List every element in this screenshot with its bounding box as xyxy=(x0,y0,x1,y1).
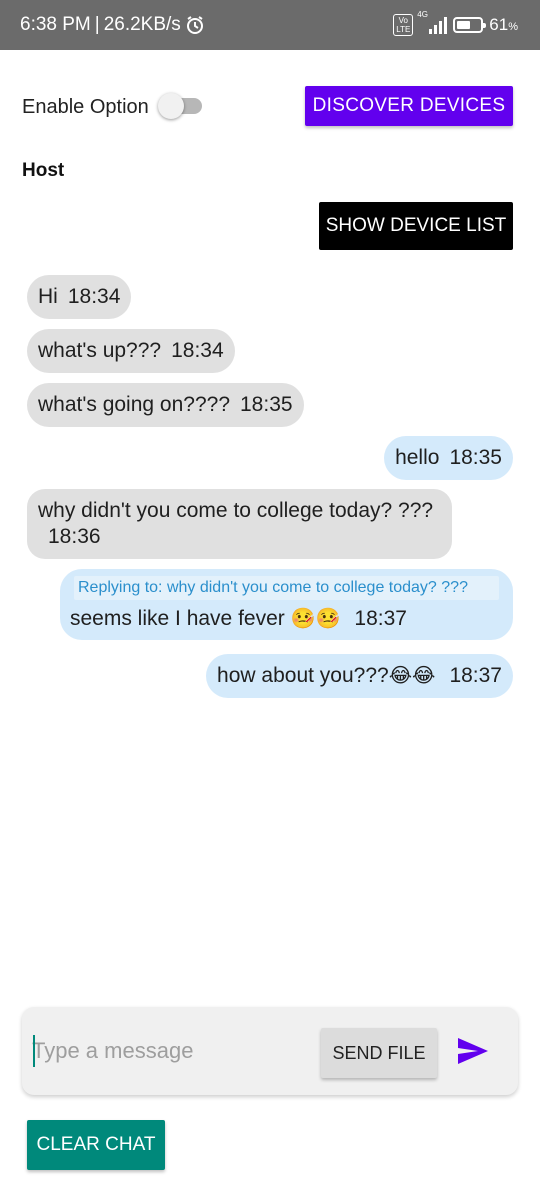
status-left: 6:38 PM | 26.2KB/s xyxy=(20,14,205,36)
message-text: hello xyxy=(395,446,440,469)
battery-icon xyxy=(453,17,487,33)
network-type: 4G xyxy=(417,10,428,19)
battery-percent: 61% xyxy=(489,15,518,34)
message-text: how about you??? xyxy=(217,664,389,687)
network-speed: 26.2KB/s xyxy=(103,14,181,35)
enable-option-label: Enable Option xyxy=(22,96,149,118)
discover-devices-button[interactable]: DISCOVER DEVICES xyxy=(305,86,513,126)
message-bubble[interactable]: why didn't you come to college today? ??… xyxy=(27,489,452,559)
send-file-button[interactable]: SEND FILE xyxy=(321,1028,437,1078)
status-bar: 6:38 PM | 26.2KB/s Vo LTE 4G 61% xyxy=(0,0,540,50)
battery-percent-unit: % xyxy=(508,21,518,33)
message-emoji: 🤒🤒 xyxy=(290,608,341,630)
message-bubble[interactable]: what's going on???? 18:35 xyxy=(27,383,304,427)
enable-option-switch[interactable] xyxy=(158,93,204,119)
host-label: Host xyxy=(22,160,65,181)
status-separator: | xyxy=(94,14,100,35)
battery-level xyxy=(457,21,471,29)
message-text: what's up??? xyxy=(38,339,162,362)
send-icon[interactable] xyxy=(456,1036,490,1066)
message-bubble[interactable]: Hi 18:34 xyxy=(27,275,132,319)
message-time: 18:35 xyxy=(240,393,293,416)
message-time: 18:34 xyxy=(171,339,224,362)
message-bubble[interactable]: hello 18:35 xyxy=(384,436,513,480)
message-time: 18:36 xyxy=(48,525,101,548)
volte-icon: Vo LTE xyxy=(393,14,414,36)
message-text: seems like I have fever xyxy=(70,607,285,630)
status-time: 6:38 PM xyxy=(20,14,91,35)
alarm-icon xyxy=(186,16,203,34)
message-bubble[interactable]: what's up??? 18:34 xyxy=(27,329,235,373)
reply-quote: Replying to: why didn't you come to coll… xyxy=(74,576,499,600)
reply-message-bubble[interactable]: Replying to: why didn't you come to coll… xyxy=(60,569,513,640)
message-time: 18:37 xyxy=(354,607,407,630)
message-time: 18:35 xyxy=(449,446,502,469)
message-text: what's going on???? xyxy=(38,393,230,416)
message-input[interactable] xyxy=(32,1031,312,1071)
message-composer: SEND FILE xyxy=(22,1007,518,1095)
message-text: why didn't you come to college today? ??… xyxy=(38,499,434,522)
message-time: 18:34 xyxy=(67,285,121,308)
app-screen: 6:38 PM | 26.2KB/s Vo LTE 4G 61% Enable … xyxy=(0,0,540,1200)
signal-icon: 4G xyxy=(417,10,448,34)
show-device-list-button[interactable]: SHOW DEVICE LIST xyxy=(319,202,513,250)
message-bubble[interactable]: how about you???😂😂 18:37 xyxy=(206,654,513,698)
clear-chat-button[interactable]: CLEAR CHAT xyxy=(27,1120,165,1170)
status-right: Vo LTE 4G 61% xyxy=(393,10,518,36)
text-cursor xyxy=(33,1035,35,1067)
message-emoji: 😂😂 xyxy=(388,665,436,687)
message-text: Hi xyxy=(38,285,58,308)
switch-thumb xyxy=(158,93,184,119)
message-time: 18:37 xyxy=(449,664,502,687)
